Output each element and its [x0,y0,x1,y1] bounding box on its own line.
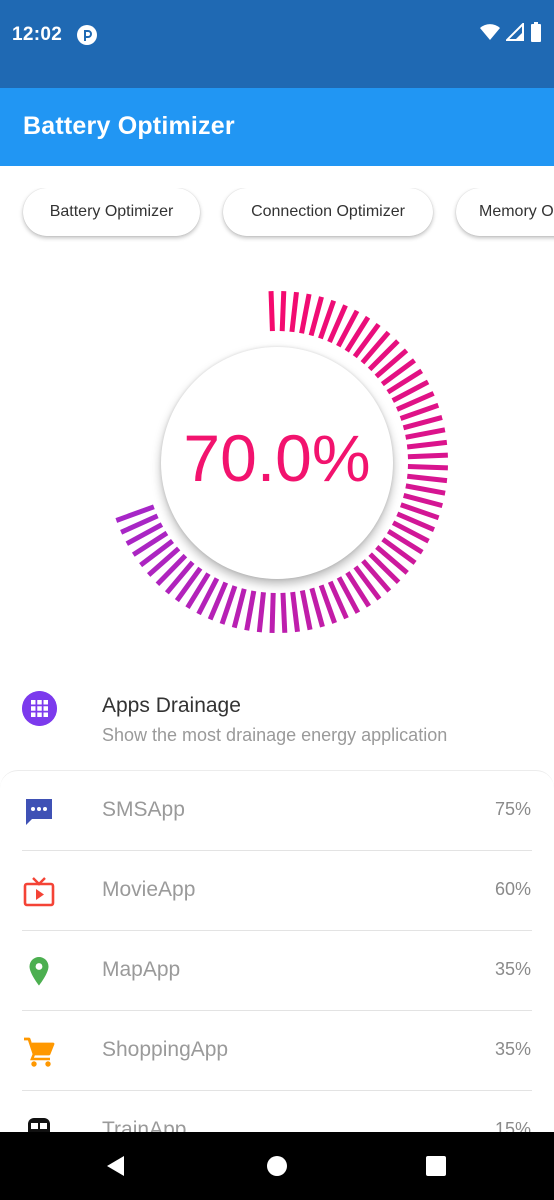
app-drainage-list: SMSApp 75% MovieApp 60% MapApp 35% Shopp… [0,770,554,1132]
app-name: TrainApp [102,1118,187,1132]
gauge-tick [309,587,325,628]
gauge-tick [279,291,287,332]
gauge-tick [402,414,443,431]
wifi-icon [480,24,500,40]
app-name: SMSApp [102,798,185,821]
chip-memory-optimizer[interactable]: Memory Optimizer [456,188,554,236]
list-item-mapapp[interactable]: MapApp 35% [0,931,554,1011]
status-bar: 12:02 [0,0,554,88]
app-name: MovieApp [102,878,196,901]
section-subtitle: Show the most drainage energy applicatio… [102,725,448,745]
system-navigation-bar [0,1132,554,1200]
gauge-tick [269,592,276,634]
status-indicators [480,22,542,42]
gauge-tick [155,553,188,586]
gauge-tick [406,473,448,484]
train-icon [28,1118,50,1132]
notification-app-icon [77,25,97,45]
gauge-tick [308,296,324,337]
list-item-trainapp[interactable]: TrainApp 15% [0,1091,554,1132]
app-percent: 15% [494,1119,531,1132]
gauge-tick [290,591,300,633]
gauge-tick [231,588,247,629]
section-title: Apps Drainage [102,694,241,717]
gauge-tick [289,291,299,333]
battery-gauge: 70.0% [0,280,554,650]
gauge-tick [299,293,312,334]
gauge-tick [244,590,257,631]
optimizer-chips: Battery Optimizer Connection Optimizer M… [0,188,554,242]
gauge-tick [368,552,401,585]
app-bar: Battery Optimizer [0,88,554,166]
recents-icon[interactable] [422,1152,450,1180]
shopping-cart-icon [24,1037,55,1067]
gauge-tick [407,463,448,471]
app-name: ShoppingApp [102,1038,229,1061]
page-title: Battery Optimizer [23,112,235,140]
gauge-value: 70.0% [183,421,371,495]
chip-connection-optimizer[interactable]: Connection Optimizer [223,188,433,236]
sms-icon [26,799,52,825]
apps-drainage-header: Apps Drainage Show the most drainage ene… [0,688,554,752]
status-time: 12:02 [12,24,63,45]
gauge-tick [367,339,400,372]
gauge-tick [256,592,266,633]
list-item-smsapp[interactable]: SMSApp 75% [0,771,554,851]
apps-grid-icon [22,691,57,726]
gauge-tick [403,493,443,509]
gauge-tick [407,452,448,460]
chip-label: Connection Optimizer [251,203,405,220]
list-item-shoppingapp[interactable]: ShoppingApp 35% [0,1011,554,1091]
app-name: MapApp [102,958,181,981]
app-percent: 35% [494,959,531,979]
gauge-tick [405,483,446,496]
back-icon[interactable] [102,1152,130,1180]
gauge-tick [299,590,313,631]
cellular-signal-icon [506,23,524,41]
app-percent: 75% [494,799,531,819]
app-percent: 35% [494,1039,531,1059]
tv-icon [23,877,55,907]
app-percent: 60% [494,879,531,899]
gauge-tick [405,427,446,440]
gauge-tick [406,439,448,450]
home-icon[interactable] [263,1152,291,1180]
chip-label: Battery Optimizer [49,203,174,220]
chip-battery-optimizer[interactable]: Battery Optimizer [23,188,200,236]
battery-icon [531,22,541,42]
gauge-tick [268,291,275,332]
gauge-tick [280,592,288,633]
list-item-movieapp[interactable]: MovieApp 60% [0,851,554,931]
location-pin-icon [29,957,49,986]
chip-label: Memory Optimizer [479,203,554,220]
